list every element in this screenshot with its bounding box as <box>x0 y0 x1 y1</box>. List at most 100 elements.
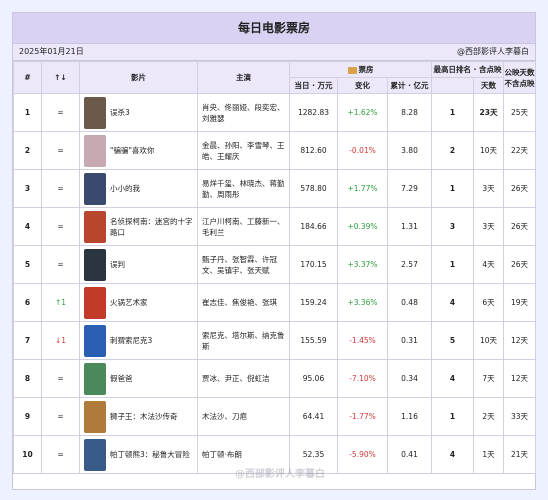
date-label: 2025年01月21日 <box>19 47 84 56</box>
film-title: 狮子王：木法沙传奇 <box>110 412 178 421</box>
header-today: 当日 · 万元 <box>289 77 338 94</box>
row-film: 误判 <box>79 245 198 284</box>
watermark: @西部影评人李暮白 <box>235 469 325 480</box>
header-release-days: 公映天数 不含点映 <box>503 61 537 94</box>
row-trend: = <box>41 169 80 208</box>
header-trend: ↑↓ <box>41 61 80 94</box>
row-today: 170.15 <box>289 245 338 284</box>
row-release-days: 26天 <box>503 169 537 208</box>
row-total: 8.28 <box>387 93 432 132</box>
row-today: 1282.83 <box>289 93 338 132</box>
row-best-rank: 2 <box>431 131 474 170</box>
row-days: 3天 <box>472 207 505 246</box>
row-cast: 贾冰、尹正、倪虹洁 <box>197 359 290 398</box>
poster-image <box>84 134 106 167</box>
row-today: 64.41 <box>289 397 338 436</box>
row-best-rank: 5 <box>431 321 474 360</box>
poster-image <box>84 210 106 243</box>
row-cast: 崔志佳、焦俊艳、张琪 <box>197 283 290 322</box>
row-release-days: 33天 <box>503 397 537 436</box>
row-total: 1.31 <box>387 207 432 246</box>
row-best-rank: 1 <box>431 169 474 208</box>
row-days: 2天 <box>472 397 505 436</box>
row-cast: 江户川柯南、工藤新一、毛利兰 <box>197 207 290 246</box>
box-office-table: # ↑↓ 影片 主演 票房 最高日排名 · 含点映 公映天数 不含点映 当日 ·… <box>13 61 537 474</box>
row-today: 184.66 <box>289 207 338 246</box>
row-num: 10 <box>13 435 42 474</box>
row-film: 假爸爸 <box>79 359 198 398</box>
poster-image <box>84 172 106 205</box>
header-cast: 主演 <box>197 61 290 94</box>
row-change: -1.77% <box>337 397 388 436</box>
box-office-sheet: 每日电影票房 2025年01月21日 @西部影评人李暮白 # ↑↓ 影片 主演 … <box>12 12 537 490</box>
row-film: 火锅艺术家 <box>79 283 198 322</box>
row-days: 23天 <box>472 93 505 132</box>
row-total: 0.31 <box>387 321 432 360</box>
header-change: 变化 <box>337 77 388 94</box>
header-best-rank: 最高日排名 · 含点映 <box>430 61 505 78</box>
table-row: 9 = 狮子王：木法沙传奇 木法沙、刀疤 64.41 -1.77% 1.16 1 2天 33天 <box>13 397 537 436</box>
row-total: 2.57 <box>387 245 432 284</box>
row-cast: 金晨、孙阳、李雪琴、王皓、王耀庆 <box>197 131 290 170</box>
row-film: "骗骗"喜欢你 <box>79 131 198 170</box>
row-trend: = <box>41 131 80 170</box>
row-num: 9 <box>13 397 42 436</box>
row-best-rank: 4 <box>431 283 474 322</box>
row-total: 3.80 <box>387 131 432 170</box>
row-film: 小小的我 <box>79 169 198 208</box>
row-change: +1.77% <box>337 169 388 208</box>
row-change: -7.10% <box>337 359 388 398</box>
table-row: 6 ↑1 火锅艺术家 崔志佳、焦俊艳、张琪 159.24 +3.36% 0.48 4 6天 19天 <box>13 283 537 322</box>
row-release-days: 19天 <box>503 283 537 322</box>
ticket-icon <box>347 66 357 74</box>
poster-image <box>84 286 106 319</box>
row-best-rank: 1 <box>431 93 474 132</box>
row-today: 578.80 <box>289 169 338 208</box>
row-film: 误杀3 <box>79 93 198 132</box>
row-best-rank: 3 <box>431 207 474 246</box>
row-change: +3.37% <box>337 245 388 284</box>
film-title: 小小的我 <box>110 184 140 193</box>
row-change: +1.62% <box>337 93 388 132</box>
author-label: @西部影评人李暮白 <box>457 47 529 56</box>
row-film: 狮子王：木法沙传奇 <box>79 397 198 436</box>
poster-image <box>84 362 106 395</box>
row-change: -0.01% <box>337 131 388 170</box>
table-row: 2 = "骗骗"喜欢你 金晨、孙阳、李雪琴、王皓、王耀庆 812.60 -0.01% 3.8… <box>13 131 537 170</box>
row-num: 4 <box>13 207 42 246</box>
row-best-rank: 4 <box>431 359 474 398</box>
row-total: 0.34 <box>387 359 432 398</box>
header-days: 天数 <box>472 77 505 94</box>
row-cast: 肖央、佟丽娅、段奕宏、刘雅瑟 <box>197 93 290 132</box>
row-num: 3 <box>13 169 42 208</box>
page-title: 每日电影票房 <box>13 13 535 44</box>
row-num: 8 <box>13 359 42 398</box>
row-total: 0.48 <box>387 283 432 322</box>
row-cast: 木法沙、刀疤 <box>197 397 290 436</box>
table-row: 5 = 误判 甄子丹、张智霖、许冠文、吴镇宇、张天赋 170.15 +3.37% 2.57 1… <box>13 245 537 284</box>
row-release-days: 22天 <box>503 131 537 170</box>
row-trend: = <box>41 245 80 284</box>
row-num: 7 <box>13 321 42 360</box>
film-title: 帕丁顿熊3：秘鲁大冒险 <box>110 450 190 459</box>
poster-image <box>84 324 106 357</box>
row-trend: = <box>41 435 80 474</box>
row-release-days: 26天 <box>503 245 537 284</box>
row-num: 6 <box>13 283 42 322</box>
row-release-days: 12天 <box>503 359 537 398</box>
row-cast: 索尼克、塔尔斯、纳克鲁斯 <box>197 321 290 360</box>
row-trend: = <box>41 93 80 132</box>
poster-image <box>84 96 106 129</box>
row-trend: ↑1 <box>41 283 80 322</box>
film-title: 火锅艺术家 <box>110 298 148 307</box>
table-row: 7 ↓1 刺猬索尼克3 索尼克、塔尔斯、纳克鲁斯 155.59 -1.45% 0.31 5 10… <box>13 321 537 360</box>
row-change: -5.90% <box>337 435 388 474</box>
row-change: +0.39% <box>337 207 388 246</box>
row-days: 7天 <box>472 359 505 398</box>
row-change: +3.36% <box>337 283 388 322</box>
table-row: 3 = 小小的我 易烊千玺、林晓杰、蒋勤勤、周雨彤 578.80 +1.77% 7.29 1 3… <box>13 169 537 208</box>
row-num: 5 <box>13 245 42 284</box>
row-days: 1天 <box>472 435 505 474</box>
row-num: 1 <box>13 93 42 132</box>
row-num: 2 <box>13 131 42 170</box>
